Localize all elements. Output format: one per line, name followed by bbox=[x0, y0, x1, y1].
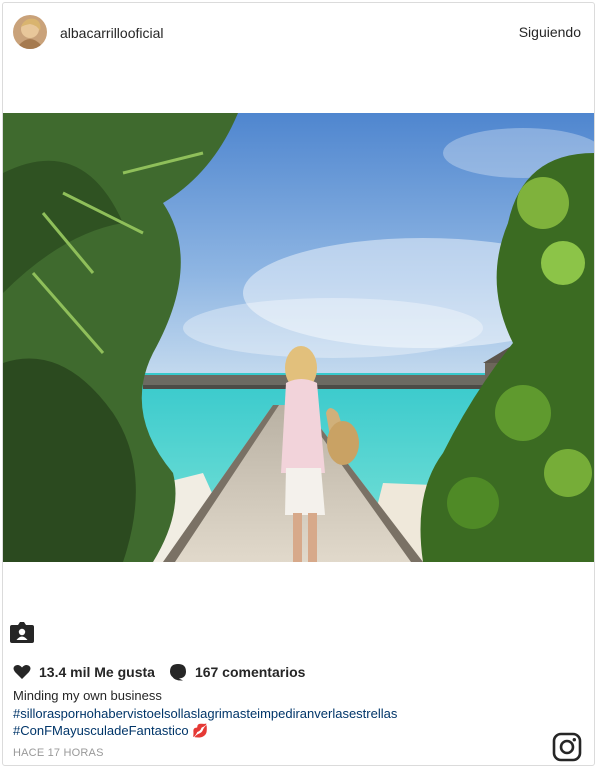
avatar-image bbox=[13, 15, 47, 49]
comment-bubble-icon bbox=[169, 664, 186, 681]
post-header: albacarrillooficial Siguiendo bbox=[3, 3, 594, 63]
post-card: albacarrillooficial Siguiendo 13.4 mil M… bbox=[2, 2, 595, 766]
instagram-logo-icon[interactable] bbox=[552, 732, 582, 762]
post-timestamp[interactable]: HACE 17 HORAS bbox=[13, 747, 104, 759]
hashtag-link[interactable]: #ConFMayusculadeFantastico 💋 bbox=[13, 722, 573, 740]
comments-count: 167 comentarios bbox=[194, 664, 306, 680]
post-stats: 13.4 mil Me gusta 167 comentarios bbox=[13, 661, 319, 683]
maldives-boardwalk-photo bbox=[3, 113, 594, 562]
likes-count: 13.4 mil Me gusta bbox=[39, 664, 155, 680]
following-button[interactable]: Siguiendo bbox=[519, 24, 581, 40]
post-username[interactable]: albacarrillooficial bbox=[60, 25, 164, 41]
likes-stat[interactable]: 13.4 mil Me gusta bbox=[13, 664, 155, 680]
tagged-people-icon[interactable] bbox=[9, 620, 35, 644]
post-photo[interactable] bbox=[3, 113, 594, 562]
comments-stat[interactable]: 167 comentarios bbox=[169, 663, 306, 681]
caption-text: Minding my own business bbox=[13, 688, 162, 703]
post-caption: Minding my own business #sillorasporнoha… bbox=[13, 687, 573, 740]
heart-icon bbox=[13, 664, 31, 679]
hashtag-link[interactable]: #sillorasporнohabervistoelsollaslagrimas… bbox=[13, 705, 573, 723]
user-avatar[interactable] bbox=[13, 15, 47, 49]
